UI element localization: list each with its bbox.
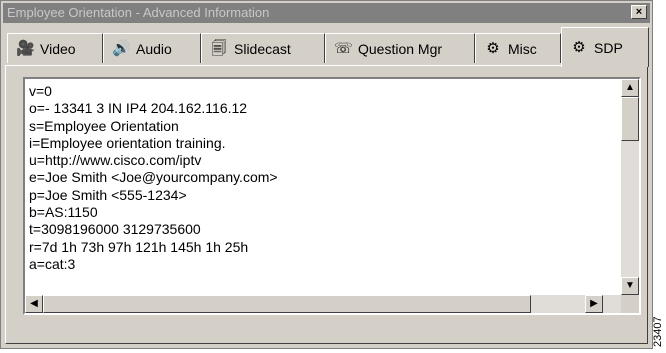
tab-strip: 🎥 Video 🔊 Audio 🗐 Slidecast ☏ Question M… [5,27,650,67]
sdp-text-content: v=0 o=- 13341 3 IN IP4 204.162.116.12 s=Em… [29,83,615,293]
sdp-icon: ⚙ [572,38,586,56]
window-title: Employee Orientation - Advanced Informat… [7,5,270,20]
horizontal-scrollbar[interactable]: ◀ ▶ [25,295,621,313]
title-bar: Employee Orientation - Advanced Informat… [3,3,650,23]
advanced-information-window: Employee Orientation - Advanced Informat… [0,0,653,349]
scrollbar-corner [621,295,639,313]
sdp-line: t=3098196000 3129735600 [29,221,201,238]
speaker-icon: 🔊 [112,39,131,57]
tab-slidecast[interactable]: 🗐 Slidecast [201,33,325,63]
scroll-up-button[interactable]: ▲ [621,79,639,97]
sdp-line: b=AS:1150 [29,204,98,221]
vertical-scroll-thumb[interactable] [621,97,639,141]
sdp-line: r=7d 1h 73h 97h 121h 145h 1h 25h [29,238,249,255]
sdp-line: u=http://www.cisco.com/iptv [29,152,202,169]
sdp-line: a=cat:3 [29,255,76,272]
tab-label: SDP [594,39,623,56]
question-manager-icon: ☏ [334,39,353,57]
tab-label: Video [40,40,76,57]
sdp-text-area[interactable]: v=0 o=- 13341 3 IN IP4 204.162.116.12 s=Em… [23,77,641,315]
figure-id-label: 23407 [652,316,664,347]
tab-label: Misc [508,40,537,57]
close-button[interactable]: × [631,5,647,19]
scroll-down-button[interactable]: ▼ [621,277,639,295]
sdp-line: p=Joe Smith <555-1234> [29,186,187,203]
scroll-right-button[interactable]: ▶ [585,295,603,313]
tab-label: Question Mgr [358,40,443,57]
sdp-line: i=Employee orientation training. [29,134,226,151]
tab-question-mgr[interactable]: ☏ Question Mgr [325,33,475,63]
video-icon: 🎥 [16,39,35,57]
horizontal-scroll-thumb[interactable] [43,295,531,313]
vertical-scrollbar[interactable]: ▲ ▼ [621,79,639,295]
slidecast-icon: 🗐 [211,39,227,57]
tab-audio[interactable]: 🔊 Audio [103,33,201,63]
misc-icon: ⚙ [486,39,500,57]
sdp-line: e=Joe Smith <Joe@yourcompany.com> [29,169,278,186]
sdp-line: s=Employee Orientation [29,117,179,134]
tab-label: Slidecast [234,40,291,57]
tab-sdp[interactable]: ⚙ SDP [561,27,649,67]
tab-misc[interactable]: ⚙ Misc [475,33,561,63]
sdp-line: v=0 [29,83,52,99]
sdp-line: o=- 13341 3 IN IP4 204.162.116.12 [29,100,248,117]
tab-label: Audio [136,40,172,57]
scroll-left-button[interactable]: ◀ [25,295,43,313]
tab-video[interactable]: 🎥 Video [7,33,103,63]
